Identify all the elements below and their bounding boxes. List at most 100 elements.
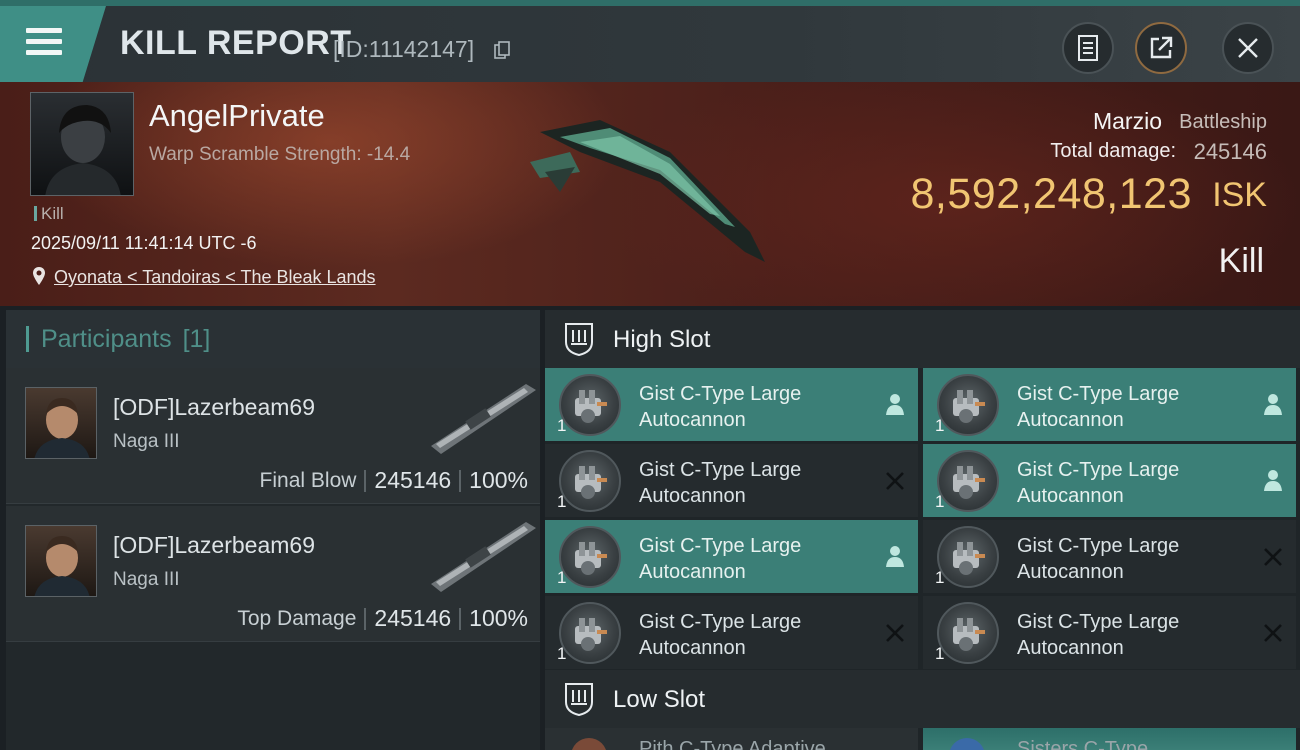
participant-damage: 245146 bbox=[374, 467, 452, 493]
high-slot-module[interactable]: 1 Gist C-Type Large Autocannon bbox=[923, 444, 1296, 517]
low-slot-icon bbox=[565, 683, 593, 716]
autocannon-icon bbox=[937, 602, 999, 664]
low-slot-label: Low Slot bbox=[613, 686, 706, 713]
participant-ship: Naga III bbox=[113, 431, 180, 452]
victim-name[interactable]: AngelPrivate bbox=[149, 98, 325, 134]
page-title: KILL REPORT bbox=[120, 24, 352, 62]
participants-header[interactable]: Participants [1] bbox=[6, 310, 540, 368]
module-name-line2: Autocannon bbox=[1017, 637, 1124, 659]
report-id: [ID:11142147] bbox=[333, 36, 475, 62]
participant-avatar[interactable] bbox=[25, 525, 97, 597]
copy-icon[interactable] bbox=[494, 41, 510, 59]
participant-row[interactable]: [ODF]Lazerbeam69 Naga III Final Blow 245… bbox=[6, 368, 540, 504]
high-slot-header: High Slot bbox=[545, 310, 1300, 368]
high-slot-module[interactable]: 1 Gist C-Type Large Autocannon bbox=[545, 444, 918, 517]
high-slot-module[interactable]: 1 Gist C-Type Large Autocannon bbox=[545, 368, 918, 441]
low-slot-module[interactable]: Pith C-Type Adaptive bbox=[545, 728, 918, 750]
divider bbox=[364, 607, 367, 630]
divider bbox=[364, 469, 367, 492]
module-name-line2: Autocannon bbox=[639, 485, 746, 507]
victim-banner: AngelPrivate Warp Scramble Strength: -14… bbox=[0, 82, 1300, 306]
participant-label: Top Damage bbox=[237, 606, 357, 630]
module-name-line2: Autocannon bbox=[639, 561, 746, 583]
module-name: Gist C-Type Large Autocannon bbox=[639, 381, 801, 433]
participant-stats: Top Damage 245146 100% bbox=[237, 605, 528, 632]
module-name-line1: Gist C-Type Large bbox=[1017, 383, 1180, 405]
module-name-line2: Autocannon bbox=[639, 409, 746, 431]
participant-avatar[interactable] bbox=[25, 387, 97, 459]
ship-name[interactable]: Marzio bbox=[1093, 108, 1162, 135]
participant-label: Final Blow bbox=[259, 468, 357, 492]
module-name-line2: Autocannon bbox=[1017, 561, 1124, 583]
participants-title: Participants bbox=[41, 325, 172, 353]
share-icon bbox=[1150, 36, 1173, 59]
divider bbox=[459, 469, 462, 492]
kill-type-label: Kill bbox=[1218, 242, 1264, 280]
module-name: Sisters C-Type bbox=[1017, 738, 1149, 750]
top-bar: KILL REPORT [ID:11142147] bbox=[0, 0, 1300, 82]
clipboard-icon bbox=[1078, 35, 1098, 61]
module-name-line1: Gist C-Type Large bbox=[1017, 459, 1180, 481]
avatar-icon bbox=[34, 398, 90, 458]
module-name: Gist C-Type Large Autocannon bbox=[1017, 533, 1179, 585]
module-name: Pith C-Type Adaptive bbox=[639, 738, 826, 750]
module-quantity: 1 bbox=[935, 568, 945, 587]
participants-panel: Participants [1] [ODF]Lazerbeam69 Naga I… bbox=[6, 310, 540, 750]
module-quantity: 1 bbox=[557, 492, 567, 511]
destroyed-icon bbox=[1264, 624, 1282, 642]
module-name-line2: Autocannon bbox=[639, 637, 746, 659]
total-damage-value: 245146 bbox=[1193, 139, 1267, 164]
kill-location-link[interactable]: Oyonata < Tandoiras < The Bleak Lands bbox=[54, 267, 376, 288]
close-icon bbox=[1238, 38, 1258, 58]
participant-ship: Naga III bbox=[113, 569, 180, 590]
high-slot-module[interactable]: 1 Gist C-Type Large Autocannon bbox=[923, 520, 1296, 593]
isk-unit: ISK bbox=[1212, 176, 1267, 214]
module-name-line2: Autocannon bbox=[1017, 409, 1124, 431]
participant-row[interactable]: [ODF]Lazerbeam69 Naga III Top Damage 245… bbox=[6, 506, 540, 642]
close-button[interactable] bbox=[1222, 22, 1274, 74]
high-slot-label: High Slot bbox=[613, 326, 711, 353]
divider bbox=[459, 607, 462, 630]
high-slot-module[interactable]: 1 Gist C-Type Large Autocannon bbox=[545, 596, 918, 669]
location-pin-icon bbox=[33, 267, 45, 285]
autocannon-icon bbox=[937, 450, 999, 512]
high-slot-module[interactable]: 1 Gist C-Type Large Autocannon bbox=[545, 520, 918, 593]
menu-button[interactable] bbox=[0, 6, 106, 82]
low-slot-module[interactable]: Sisters C-Type bbox=[923, 728, 1296, 750]
avatar-icon bbox=[45, 105, 121, 195]
dropped-icon bbox=[886, 394, 904, 415]
clipboard-button[interactable] bbox=[1062, 22, 1114, 74]
autocannon-icon bbox=[559, 602, 621, 664]
module-name: Gist C-Type Large Autocannon bbox=[1017, 457, 1179, 509]
dropped-icon bbox=[1264, 470, 1282, 491]
isk-value: 8,592,248,123 bbox=[910, 170, 1192, 218]
participant-damage: 245146 bbox=[374, 605, 452, 631]
participant-name[interactable]: [ODF]Lazerbeam69 bbox=[113, 394, 315, 421]
participant-stats: Final Blow 245146 100% bbox=[260, 467, 528, 494]
share-button[interactable] bbox=[1135, 22, 1187, 74]
module-name-line2: Autocannon bbox=[1017, 485, 1124, 507]
module-quantity: 1 bbox=[935, 492, 945, 511]
victim-portrait[interactable] bbox=[30, 92, 134, 196]
high-slot-module[interactable]: 1 Gist C-Type Large Autocannon bbox=[923, 368, 1296, 441]
module-name-line1: Gist C-Type Large bbox=[639, 383, 802, 405]
ship-class: Battleship bbox=[1179, 111, 1267, 133]
participant-percent: 100% bbox=[469, 605, 528, 631]
module-name-line1: Gist C-Type Large bbox=[1017, 611, 1180, 633]
participants-count: [1] bbox=[182, 325, 211, 353]
high-slot-module[interactable]: 1 Gist C-Type Large Autocannon bbox=[923, 596, 1296, 669]
dropped-icon bbox=[886, 546, 904, 567]
module-quantity: 1 bbox=[557, 568, 567, 587]
fitting-panel: High Slot 1 Gist C-Type Large Autocannon 1 G… bbox=[545, 310, 1300, 750]
ship-image bbox=[530, 120, 765, 262]
autocannon-icon bbox=[937, 526, 999, 588]
participant-name[interactable]: [ODF]Lazerbeam69 bbox=[113, 532, 315, 559]
dropped-icon bbox=[1264, 394, 1282, 415]
module-name-line1: Gist C-Type Large bbox=[639, 535, 802, 557]
module-name: Gist C-Type Large Autocannon bbox=[639, 457, 801, 509]
module-name-line1: Gist C-Type Large bbox=[1017, 535, 1180, 557]
warp-scramble-strength: Warp Scramble Strength: -14.4 bbox=[149, 144, 411, 165]
module-name: Gist C-Type Large Autocannon bbox=[639, 533, 801, 585]
module-name: Gist C-Type Large Autocannon bbox=[1017, 381, 1179, 433]
autocannon-icon bbox=[937, 374, 999, 436]
